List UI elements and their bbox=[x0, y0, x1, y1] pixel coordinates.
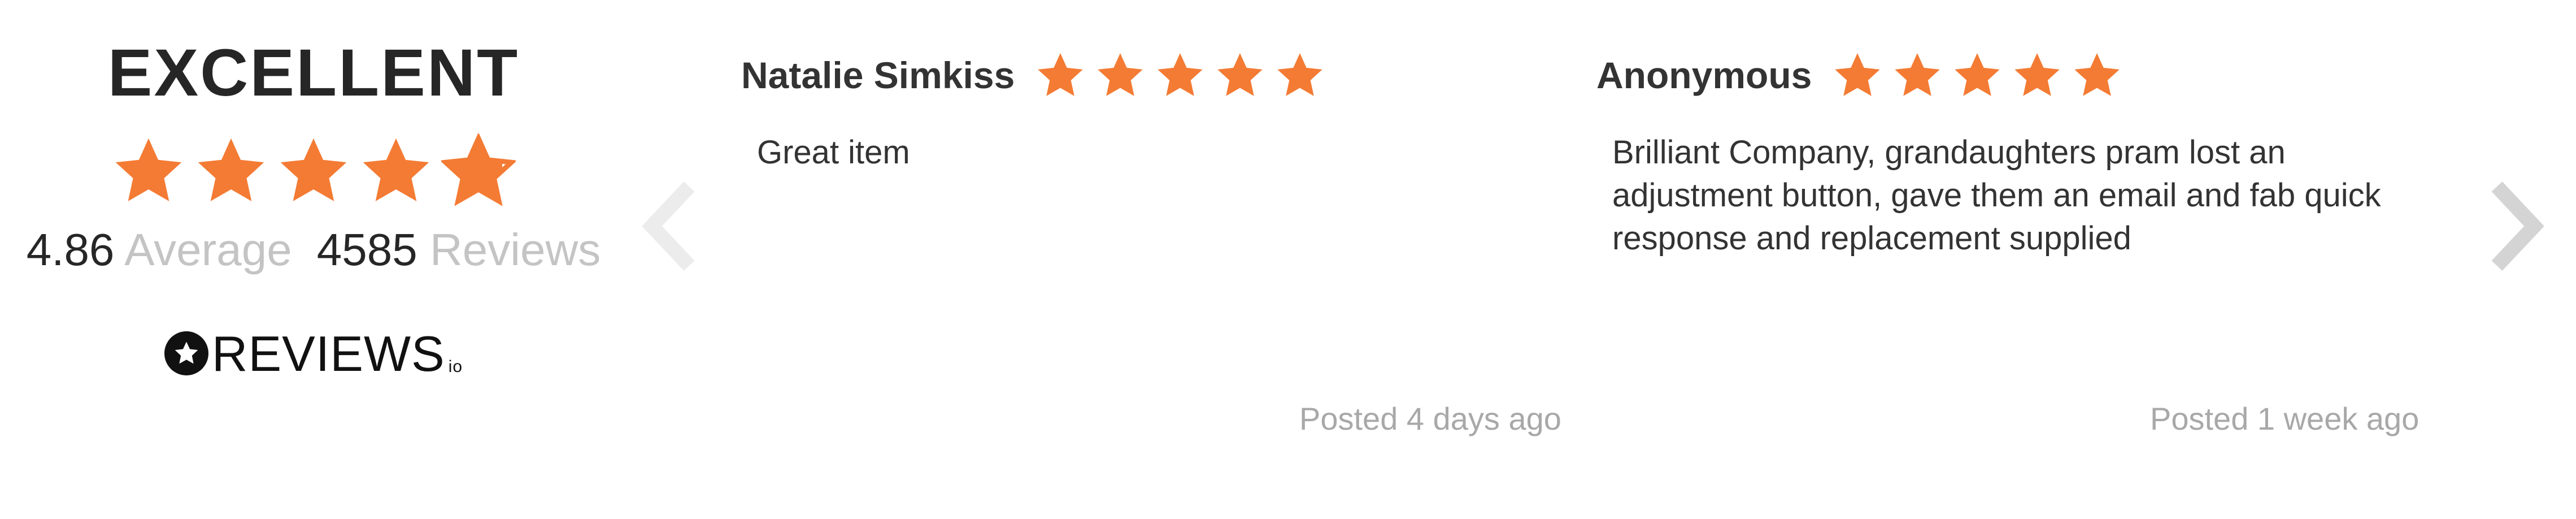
review-card: Natalie Simkiss Great item Posted 4 days… bbox=[741, 44, 1589, 451]
reviews-io-logo[interactable]: REVIEWS io bbox=[0, 329, 627, 379]
review-text: Brilliant Company, grandaughters pram lo… bbox=[1612, 134, 2381, 257]
star-icon bbox=[276, 133, 351, 208]
star-icon bbox=[1832, 50, 1883, 101]
chevron-left-icon bbox=[642, 181, 695, 271]
average-value: 4.86 bbox=[26, 224, 115, 275]
review-date: Posted 4 days ago bbox=[1299, 401, 1561, 436]
next-review-button[interactable] bbox=[2486, 175, 2548, 277]
star-icon bbox=[1215, 50, 1265, 101]
prev-review-button[interactable] bbox=[638, 175, 700, 277]
review-star-rating bbox=[1832, 50, 2122, 101]
star-icon bbox=[1035, 50, 1086, 101]
logo-text: REVIEWS bbox=[211, 326, 445, 382]
star-badge-icon bbox=[164, 331, 208, 375]
logo-suffix: io bbox=[448, 357, 463, 376]
star-icon bbox=[2072, 50, 2122, 101]
star-icon bbox=[1155, 50, 1206, 101]
star-icon bbox=[1952, 50, 2003, 101]
reviews-label: Reviews bbox=[429, 224, 601, 275]
summary-star-rating bbox=[0, 133, 627, 208]
star-icon bbox=[1095, 50, 1146, 101]
review-header: Anonymous bbox=[1596, 44, 2455, 106]
review-date: Posted 1 week ago bbox=[2150, 401, 2420, 436]
star-icon bbox=[1274, 50, 1325, 101]
star-icon bbox=[1892, 50, 1943, 101]
review-text: Great item bbox=[757, 134, 910, 171]
reviewer-name: Natalie Simkiss bbox=[741, 54, 1015, 96]
review-card: Anonymous Brilliant Company, grandaughte… bbox=[1596, 44, 2455, 451]
chevron-right-icon bbox=[2491, 181, 2544, 271]
star-icon bbox=[2012, 50, 2062, 101]
review-star-rating bbox=[1035, 50, 1325, 101]
star-icon bbox=[359, 133, 433, 208]
rating-summary: EXCELLENT 4.86 Average 4585 Reviews REVIE… bbox=[0, 40, 627, 379]
review-count: 4585 bbox=[316, 224, 417, 275]
star-icon bbox=[111, 133, 186, 208]
rating-stats: 4.86 Average 4585 Reviews bbox=[0, 227, 627, 273]
star-icon bbox=[441, 133, 516, 208]
reviewer-name: Anonymous bbox=[1596, 54, 1812, 96]
average-label: Average bbox=[124, 224, 292, 275]
reviews-widget: EXCELLENT 4.86 Average 4585 Reviews REVIE… bbox=[0, 0, 2576, 519]
review-header: Natalie Simkiss bbox=[741, 44, 1589, 106]
rating-word: EXCELLENT bbox=[107, 36, 520, 110]
star-icon bbox=[194, 133, 268, 208]
